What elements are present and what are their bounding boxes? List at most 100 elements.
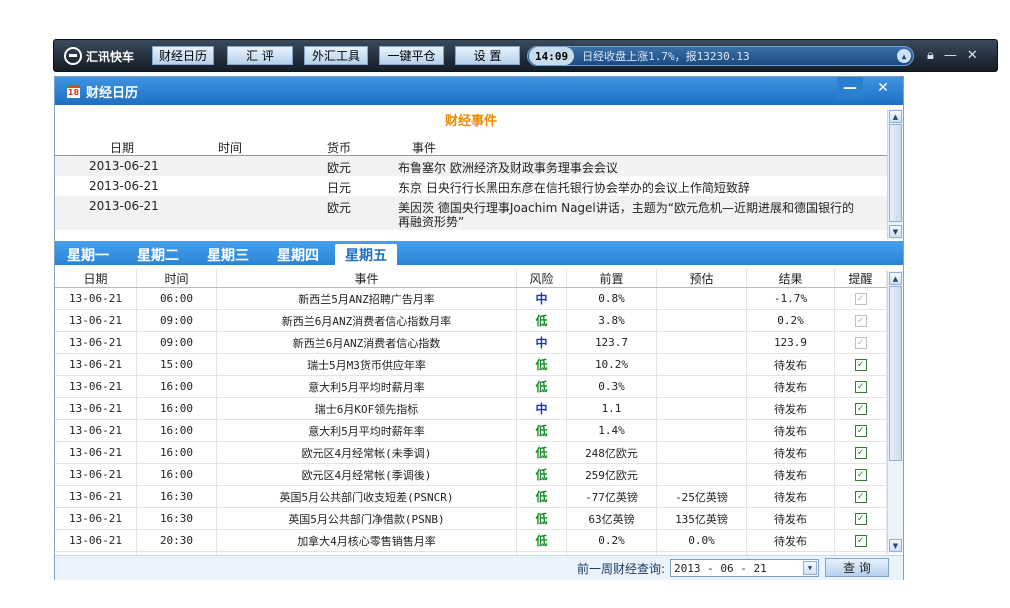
risk-level: 低 [535, 534, 548, 548]
grid-scrollbar[interactable]: ▲ ▼ [887, 271, 903, 553]
row-risk: 低 [517, 420, 567, 441]
grid-col-risk: 风险 [517, 269, 567, 287]
row-risk: 中 [517, 332, 567, 353]
remind-checkbox[interactable]: ✓ [854, 490, 867, 503]
table-row[interactable]: 13-06-21 06:00 新西兰5月ANZ招聘广告月率 中 0.8% -1.7% ✓ [55, 288, 887, 310]
table-row[interactable]: 13-06-21 16:00 意大利5月平均时薪月率 低 0.3% 待发布 ✓ [55, 376, 887, 398]
row-result: 待发布 [747, 398, 835, 419]
tab-monday[interactable]: 星期一 [67, 244, 109, 265]
remind-checkbox[interactable]: ✓ [854, 468, 867, 481]
row-risk: 低 [517, 376, 567, 397]
window-minimize-icon[interactable]: — [837, 77, 863, 99]
remind-checkbox[interactable]: ✓ [854, 446, 867, 459]
risk-level: 低 [535, 424, 548, 438]
event-currency: 日元 [327, 181, 352, 195]
grid-col-forecast: 预估 [657, 269, 747, 287]
query-date-value: 2013 - 06 - 21 [674, 561, 767, 575]
row-prev: 3.8% [567, 310, 657, 331]
table-row[interactable]: 13-06-21 16:30 英国5月公共部门收支短差(PSNCR) 低 -77亿英镑 -… [55, 486, 887, 508]
remind-checkbox[interactable]: ✓ [854, 402, 867, 415]
table-row[interactable]: 13-06-21 16:00 瑞士6月KOF领先指标 中 1.1 待发布 ✓ [55, 398, 887, 420]
grid-col-date: 日期 [55, 269, 137, 287]
row-time: 16:30 [137, 486, 217, 507]
row-forecast [657, 310, 747, 331]
table-row[interactable]: 13-06-21 20:30 加拿大4月核心零售销售月率 低 0.2% 0.0% 待发布 ✓ [55, 530, 887, 552]
query-date-select[interactable]: 2013 - 06 - 21 ▼ [670, 559, 819, 577]
chevron-down-icon[interactable]: ▲ [897, 49, 911, 63]
window-close-icon[interactable]: ✕ [870, 77, 896, 99]
tab-tuesday[interactable]: 星期二 [137, 244, 179, 265]
tab-wednesday[interactable]: 星期三 [207, 244, 249, 265]
grid-col-prev: 前置 [567, 269, 657, 287]
row-remind: ✓ [835, 442, 887, 463]
fx-tools-button[interactable]: 外汇工具 [304, 46, 368, 65]
minimize-icon[interactable]: — [944, 48, 957, 63]
table-row[interactable]: 13-06-21 16:00 欧元区4月经常帐(未季调) 低 248亿欧元 待发布 ✓ [55, 442, 887, 464]
news-ticker[interactable]: 14:09 日经收盘上涨1.7%，报13230.13 ▲ [527, 46, 914, 66]
lock-icon[interactable]: 🔒︎ [927, 48, 934, 63]
row-result: 待发布 [747, 508, 835, 529]
event-date: 2013-06-21 [89, 179, 159, 193]
scroll-down-icon[interactable]: ▼ [889, 225, 902, 238]
commentary-button[interactable]: 汇 评 [227, 46, 293, 65]
events-scrollbar[interactable]: ▲ ▼ [887, 109, 903, 239]
remind-checkbox[interactable]: ✓ [854, 512, 867, 525]
query-button[interactable]: 查 询 [825, 558, 889, 577]
scroll-thumb[interactable] [889, 286, 902, 461]
row-time: 15:00 [137, 354, 217, 375]
calendar-button[interactable]: 财经日历 [152, 46, 214, 65]
event-date: 2013-06-21 [89, 199, 159, 213]
chevron-down-icon[interactable]: ▼ [803, 561, 817, 575]
row-remind: ✓ [835, 332, 887, 353]
event-row[interactable]: 2013-06-21 欧元 美因茨 德国央行理事Joachim Nagel讲话，… [55, 196, 887, 230]
row-date: 13-06-21 [55, 420, 137, 441]
remind-checkbox: ✓ [854, 314, 867, 327]
table-row[interactable]: 13-06-21 09:00 新西兰6月ANZ消费者信心指数 中 123.7 123.9 ✓ [55, 332, 887, 354]
row-date: 13-06-21 [55, 464, 137, 485]
close-icon[interactable]: ✕ [967, 48, 978, 63]
tab-friday[interactable]: 星期五 [335, 244, 397, 265]
risk-level: 中 [535, 336, 548, 350]
row-remind: ✓ [835, 310, 887, 331]
remind-checkbox[interactable]: ✓ [854, 534, 867, 547]
scroll-up-icon[interactable]: ▲ [889, 110, 902, 123]
window-controls: 🔒︎ — ✕ [927, 48, 978, 63]
remind-checkbox[interactable]: ✓ [854, 380, 867, 393]
event-text-cont: 再融资形势” [398, 215, 465, 229]
risk-level: 中 [535, 292, 548, 306]
remind-checkbox: ✓ [854, 292, 867, 305]
risk-level: 低 [535, 512, 548, 526]
table-row[interactable]: 13-06-21 16:00 欧元区4月经常帐(季调後) 低 259亿欧元 待发布 ✓ [55, 464, 887, 486]
row-result: 待发布 [747, 376, 835, 397]
close-all-button[interactable]: 一键平仓 [379, 46, 444, 65]
row-remind: ✓ [835, 508, 887, 529]
scroll-down-icon[interactable]: ▼ [889, 539, 902, 552]
event-text: 东京 日央行行长黑田东彦在信托银行协会举办的会议上作简短致辞 [398, 181, 750, 195]
table-row[interactable]: 13-06-21 16:30 英国5月公共部门净借款(PSNB) 低 63亿英镑 135亿… [55, 508, 887, 530]
row-risk: 低 [517, 464, 567, 485]
row-event: 加拿大4月核心零售销售月率 [217, 530, 517, 551]
calendar-grid: 日期 时间 事件 风险 前置 预估 结果 提醒 13-06-21 06:00 新西兰… [55, 269, 887, 574]
calendar-window: 18 财经日历 — ✕ 财经事件 日期 时间 货币 事件 2013-06-21 … [54, 76, 904, 580]
table-row[interactable]: 13-06-21 09:00 新西兰6月ANZ消费者信心指数月率 低 3.8% 0.2% ✓ [55, 310, 887, 332]
event-row[interactable]: 2013-06-21 日元 东京 日央行行长黑田东彦在信托银行协会举办的会议上作… [55, 176, 887, 196]
grid-col-remind: 提醒 [835, 269, 887, 287]
remind-checkbox[interactable]: ✓ [854, 424, 867, 437]
events-col-date: 日期 [110, 141, 135, 155]
scroll-thumb[interactable] [889, 124, 902, 222]
remind-checkbox[interactable]: ✓ [854, 358, 867, 371]
settings-button[interactable]: 设 置 [455, 46, 520, 65]
row-event: 新西兰6月ANZ消费者信心指数月率 [217, 310, 517, 331]
event-row[interactable]: 2013-06-21 欧元 布鲁塞尔 欧洲经济及财政事务理事会会议 [55, 156, 887, 176]
scroll-up-icon[interactable]: ▲ [889, 272, 902, 285]
row-event: 英国5月公共部门收支短差(PSNCR) [217, 486, 517, 507]
events-col-time: 时间 [218, 141, 243, 155]
query-bar: 前一周财经查询: 2013 - 06 - 21 ▼ 查 询 [55, 555, 903, 580]
row-prev: 1.4% [567, 420, 657, 441]
table-row[interactable]: 13-06-21 15:00 瑞士5月M3货币供应年率 低 10.2% 待发布 ✓ [55, 354, 887, 376]
event-text: 美因茨 德国央行理事Joachim Nagel讲话，主题为“欧元危机—近期进展和… [398, 201, 854, 215]
table-row[interactable]: 13-06-21 16:00 意大利5月平均时薪年率 低 1.4% 待发布 ✓ [55, 420, 887, 442]
tab-thursday[interactable]: 星期四 [277, 244, 319, 265]
row-prev: 123.7 [567, 332, 657, 353]
row-result: 待发布 [747, 354, 835, 375]
